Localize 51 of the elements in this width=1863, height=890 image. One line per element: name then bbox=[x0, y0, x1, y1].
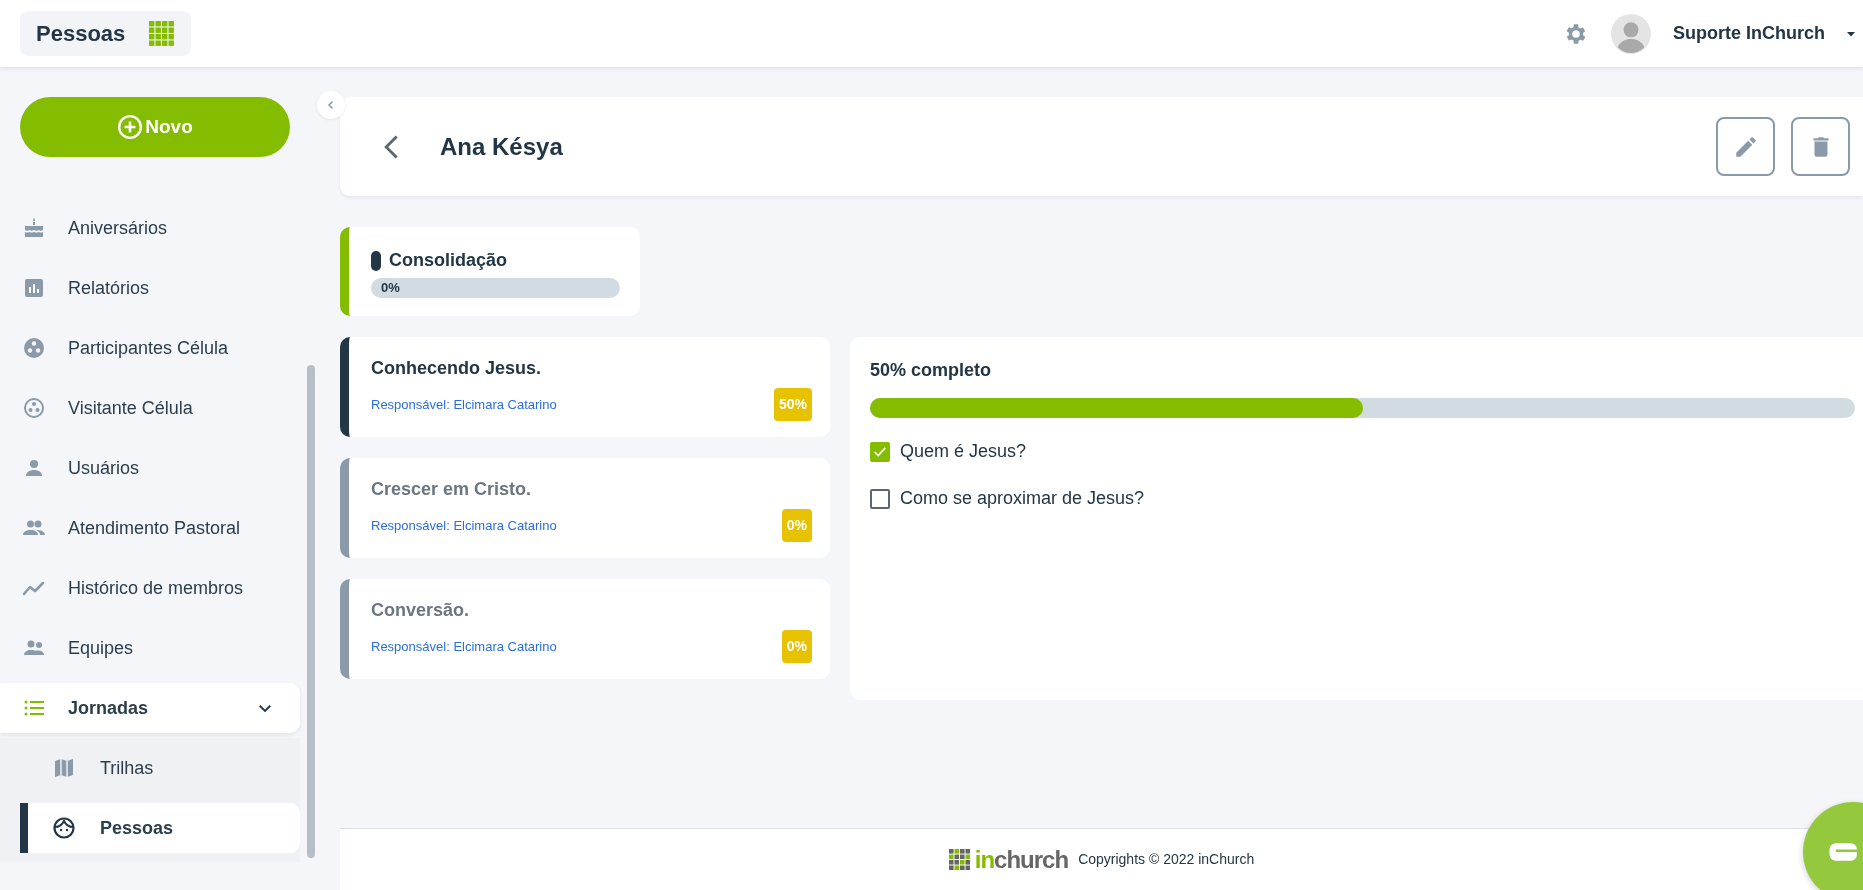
checkmark-icon bbox=[873, 444, 887, 459]
map-icon bbox=[52, 756, 76, 780]
nav-item[interactable]: Aniversários bbox=[0, 198, 300, 258]
nav-subitem[interactable]: Trilhas bbox=[0, 738, 300, 798]
nav-item[interactable]: Equipes bbox=[0, 618, 300, 678]
progress-badge: 0% bbox=[781, 630, 812, 663]
nav-subitem[interactable]: Pessoas bbox=[20, 803, 300, 853]
plus-circle-icon bbox=[117, 114, 144, 140]
nav-item[interactable]: Visitante Célula bbox=[0, 378, 300, 438]
step-title: Conhecendo Jesus. bbox=[371, 357, 543, 380]
completion-label: 50% completo bbox=[870, 359, 993, 382]
responsible-text: Responsável: Elcimara Catarino bbox=[371, 516, 557, 535]
task-label: Quem é Jesus? bbox=[900, 440, 1027, 463]
dots-circle-icon bbox=[22, 336, 46, 360]
progress-badge: 0% bbox=[781, 509, 812, 542]
checkbox[interactable] bbox=[870, 441, 890, 462]
cake-icon bbox=[22, 216, 46, 240]
responsible-text: Responsável: Elcimara Catarino bbox=[371, 637, 557, 656]
nav-item[interactable]: Participantes Célula bbox=[0, 318, 300, 378]
nav-item[interactable]: Jornadas bbox=[0, 683, 300, 733]
step-card[interactable]: Crescer em Cristo. Responsável: Elcimara Catarino 0% bbox=[340, 458, 830, 558]
task-label: Como se aproximar de Jesus? bbox=[900, 487, 1145, 510]
step-card[interactable]: Conversão. Responsável: Elcimara Catarino 0% bbox=[340, 579, 830, 679]
progress-badge: 50% bbox=[773, 388, 812, 421]
delete-button[interactable] bbox=[1791, 117, 1850, 176]
status-pill bbox=[371, 250, 381, 271]
nav-item[interactable]: Usuários bbox=[0, 438, 300, 498]
page-title: Ana Késya bbox=[440, 131, 564, 162]
step-title: Conversão. bbox=[371, 599, 471, 622]
user-menu-button[interactable]: Suporte InChurch bbox=[1673, 20, 1857, 47]
bar-chart-icon bbox=[22, 276, 46, 300]
nav-item[interactable]: Atendimento Pastoral bbox=[0, 498, 300, 558]
logo-grid-icon bbox=[948, 847, 971, 872]
collapse-button[interactable] bbox=[317, 91, 345, 119]
face-icon bbox=[52, 816, 76, 840]
edit-button[interactable] bbox=[1716, 117, 1775, 176]
nav-item[interactable]: Histórico de membros bbox=[0, 558, 300, 618]
progress-label: 0% bbox=[380, 279, 400, 298]
apps-grid-icon[interactable] bbox=[149, 20, 176, 47]
dots-circle-outline-icon bbox=[22, 396, 46, 420]
copyright-text: Copyrights © 2022 inChurch bbox=[1078, 850, 1255, 869]
nav-item[interactable]: Relatórios bbox=[0, 258, 300, 318]
scrollbar[interactable] bbox=[307, 365, 315, 858]
responsible-text: Responsável: Elcimara Catarino bbox=[371, 395, 557, 414]
module-title: Pessoas bbox=[36, 20, 126, 48]
step-card[interactable]: Conhecendo Jesus. Responsável: Elcimara Catarino 50% bbox=[340, 337, 830, 437]
avatar-icon[interactable] bbox=[1611, 13, 1651, 54]
checkbox[interactable] bbox=[870, 488, 890, 509]
logo-wordmark: inchurch bbox=[974, 844, 1069, 875]
journey-title: Consolidação bbox=[389, 249, 508, 272]
step-title: Crescer em Cristo. bbox=[371, 478, 533, 501]
